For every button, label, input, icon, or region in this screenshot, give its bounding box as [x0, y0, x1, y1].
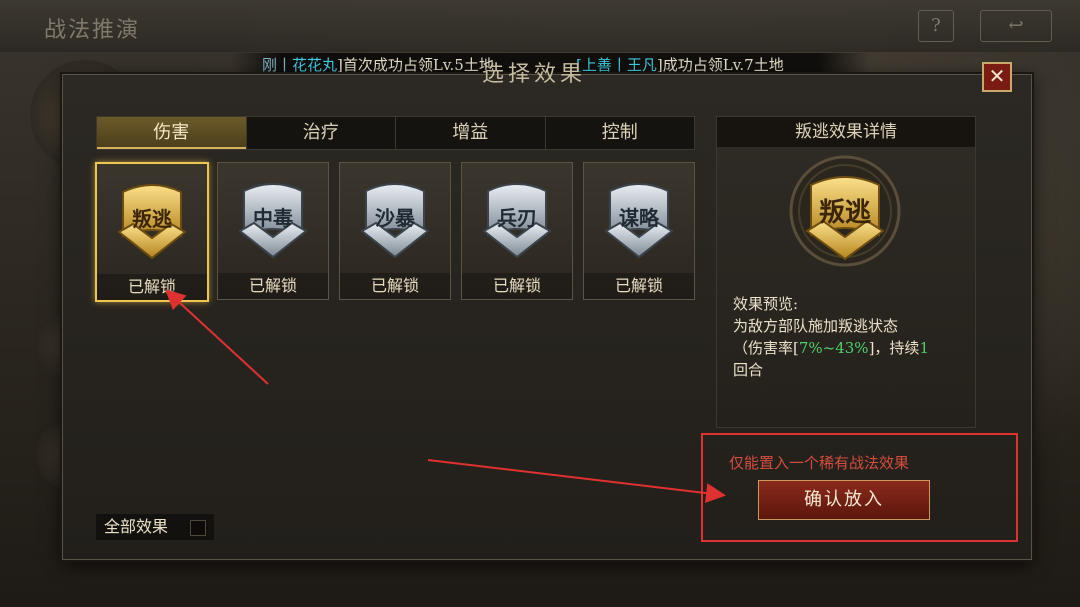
ticker-player-name-2: 上善丨王凡	[581, 56, 657, 74]
card-status: 已解锁	[462, 273, 572, 299]
scroll-silver-icon: 沙暴	[360, 183, 430, 259]
effect-card-poison[interactable]: 中毒 已解锁	[217, 162, 329, 300]
all-effects-toggle[interactable]: 全部效果	[96, 514, 214, 540]
card-status: 已解锁	[340, 273, 450, 299]
effect-detail-panel: 叛逃效果详情 叛逃 效果预览: 为敌方部队施加叛逃状态 （伤害率[7%~43%]…	[716, 116, 976, 428]
top-bar: 战法推演 ? ↩	[0, 0, 1080, 52]
scroll-silver-icon: 谋略	[604, 183, 674, 259]
effect-card-defect[interactable]: 叛逃 已解锁	[95, 162, 209, 302]
scroll-silver-icon: 兵刃	[482, 183, 552, 259]
preview-line-2: （伤害率[7%~43%]，持续1	[733, 339, 929, 357]
duration-turns: 1	[919, 339, 929, 357]
page-title: 战法推演	[44, 18, 141, 43]
tab-damage[interactable]: 伤害	[97, 117, 247, 149]
dialog-title: 选择效果	[482, 62, 587, 87]
preview-line-3: 回合	[733, 361, 764, 379]
back-icon[interactable]: ↩	[980, 10, 1052, 42]
effect-card-strategy[interactable]: 谋略 已解锁	[583, 162, 695, 300]
card-status: 已解锁	[97, 274, 207, 300]
detail-title: 叛逃效果详情	[717, 117, 975, 147]
detail-emblem-icon: 叛逃	[789, 155, 901, 267]
effect-preview: 效果预览: 为敌方部队施加叛逃状态 （伤害率[7%~43%]，持续1 回合	[733, 293, 959, 381]
svg-text:沙暴: 沙暴	[375, 206, 416, 230]
card-status: 已解锁	[584, 273, 694, 299]
close-icon: ✕	[988, 64, 1006, 88]
scroll-silver-icon: 中毒	[238, 183, 308, 259]
all-effects-checkbox[interactable]	[190, 520, 206, 536]
tab-control[interactable]: 控制	[546, 117, 695, 149]
preview-line-1: 为敌方部队施加叛逃状态	[733, 317, 899, 335]
help-icon[interactable]: ?	[918, 10, 954, 42]
annotation-highlight-box	[701, 433, 1018, 542]
ticker-player-name-1: 花花丸	[292, 56, 338, 74]
svg-text:谋略: 谋略	[619, 206, 660, 230]
effect-card-blade[interactable]: 兵刃 已解锁	[461, 162, 573, 300]
effect-category-tabs: 伤害 治疗 增益 控制	[96, 116, 695, 150]
svg-text:叛逃: 叛逃	[819, 197, 871, 228]
svg-text:叛逃: 叛逃	[132, 207, 173, 231]
svg-text:兵刃: 兵刃	[497, 206, 537, 230]
svg-text:中毒: 中毒	[253, 206, 293, 230]
tab-healing[interactable]: 治疗	[247, 117, 396, 149]
effect-card-sandstorm[interactable]: 沙暴 已解锁	[339, 162, 451, 300]
preview-label: 效果预览:	[733, 295, 799, 313]
tab-buff[interactable]: 增益	[396, 117, 546, 149]
all-effects-label: 全部效果	[104, 517, 169, 536]
damage-rate-range: 7%~43%	[798, 339, 869, 357]
scroll-gold-icon: 叛逃	[117, 184, 187, 260]
close-button[interactable]: ✕	[982, 62, 1012, 92]
card-status: 已解锁	[218, 273, 328, 299]
